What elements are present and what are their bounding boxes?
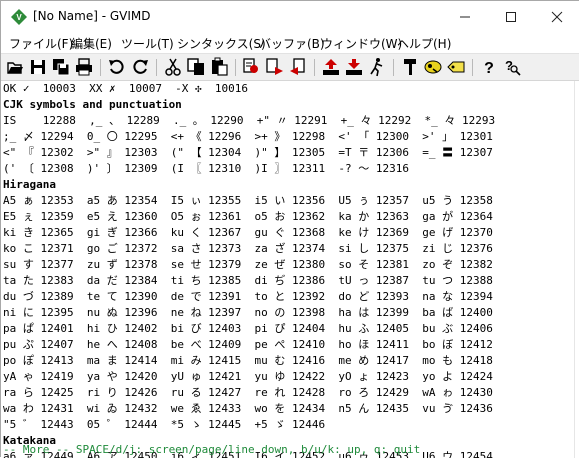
toolbar-separator	[314, 59, 315, 76]
toolbar: ? ?	[1, 53, 579, 81]
text-line: pu ぷ 12407 he へ 12408 be べ 12409 pe ぺ 12…	[3, 338, 493, 351]
paste-button[interactable]	[209, 57, 229, 77]
minimize-button[interactable]	[442, 1, 488, 33]
copy-button[interactable]	[186, 57, 206, 77]
toolbar-separator	[472, 59, 473, 76]
save-icon	[31, 60, 45, 74]
cut-button[interactable]	[163, 57, 183, 77]
find-next-icon	[266, 58, 283, 75]
ctags-button[interactable]	[446, 57, 466, 77]
text-line: IS 12288 ,_ 、 12289 ._ 。 12290 +" 〃 1229…	[3, 114, 496, 127]
text-line: A5 ぁ 12353 a5 あ 12354 I5 ぃ 12355 i5 い 12…	[3, 194, 493, 207]
run-script-button[interactable]	[367, 57, 387, 77]
maximize-button[interactable]	[488, 1, 534, 33]
save-session-button[interactable]	[344, 57, 364, 77]
editor-area[interactable]: OK ✓ 10003 XX ✗ 10007 -X ✣ 10016 CJK sym…	[1, 81, 574, 458]
make-button[interactable]	[400, 57, 420, 77]
find-prev-button[interactable]	[288, 57, 308, 77]
ctags-icon	[447, 61, 465, 73]
toolbar-separator	[235, 59, 236, 76]
text-line: ra ら 12425 ri り 12426 ru る 12427 re れ 12…	[3, 386, 493, 399]
text-line: ;_ 〆 12294 0_ 〇 12295 <+ 《 12296 >+ 》 12…	[3, 130, 493, 143]
make-icon	[404, 59, 416, 75]
text-line: po ぽ 12413 ma ま 12414 mi み 12415 mu む 12…	[3, 354, 493, 367]
find-help-icon: ?	[505, 58, 521, 76]
toolbar-separator	[156, 59, 157, 76]
copy-icon	[187, 58, 204, 75]
menu-window[interactable]: ウィンドウ(W)	[321, 35, 402, 52]
more-prompt: -- More -- SPACE/d/j: screen/page/line d…	[3, 443, 421, 456]
svg-text:?: ?	[484, 60, 494, 77]
close-button[interactable]	[534, 1, 579, 33]
window-edge	[574, 81, 579, 458]
load-session-icon	[323, 59, 339, 75]
menu-file[interactable]: ファイル(F)	[9, 35, 73, 52]
menu-bar: ファイル(F) 編集(E) ツール(T) シンタックス(S) バッファ(B) ウ…	[1, 33, 579, 53]
text-line: pa ぱ 12401 hi ひ 12402 bi び 12403 pi ぴ 12…	[3, 322, 493, 335]
paste-icon	[212, 57, 228, 76]
text-line: OK ✓ 10003 XX ✗ 10007 -X ✣ 10016	[3, 82, 249, 95]
menu-syntax[interactable]: シンタックス(S)	[177, 35, 266, 52]
menu-help[interactable]: ヘルプ(H)	[397, 35, 451, 52]
cut-icon	[165, 58, 181, 76]
shell-icon	[424, 60, 442, 74]
menu-tools[interactable]: ツール(T)	[121, 35, 174, 52]
toolbar-separator	[100, 59, 101, 76]
help-button[interactable]: ?	[479, 57, 499, 77]
text-line: su す 12377 zu ず 12378 se せ 12379 ze ぜ 12…	[3, 258, 493, 271]
svg-text:V: V	[16, 13, 22, 22]
maximize-icon	[506, 12, 516, 22]
window-title: [No Name] - GVIMD	[33, 9, 151, 23]
find-replace-icon	[243, 58, 258, 73]
undo-button[interactable]	[107, 57, 127, 77]
shell-button[interactable]	[423, 57, 443, 77]
find-next-button[interactable]	[265, 57, 285, 77]
find-replace-button[interactable]	[242, 57, 262, 77]
text-line: <" 『 12302 >" 』 12303 (" 【 12304 )" 】 12…	[3, 146, 493, 159]
load-session-button[interactable]	[321, 57, 341, 77]
save-button[interactable]	[28, 57, 48, 77]
menu-buffers[interactable]: バッファ(B)	[259, 35, 325, 52]
help-icon: ?	[484, 60, 494, 77]
save-all-button[interactable]	[51, 57, 71, 77]
save-all-icon	[53, 59, 70, 76]
undo-icon	[109, 59, 124, 74]
toolbar-separator	[393, 59, 394, 76]
menu-edit[interactable]: 編集(E)	[71, 35, 112, 52]
save-session-icon	[346, 59, 362, 75]
print-icon	[76, 58, 92, 76]
section-header: CJK symbols and punctuation	[3, 98, 182, 111]
text-line: wa わ 12431 wi ゐ 12432 we ゑ 12433 wo を 12…	[3, 402, 493, 415]
redo-button[interactable]	[130, 57, 150, 77]
redo-icon	[133, 59, 148, 74]
text-line: "5 ゛ 12443 05 ゜ 12444 *5 ゝ 12445 +5 ゞ 12…	[3, 418, 326, 431]
open-button[interactable]	[5, 57, 25, 77]
find-prev-icon	[290, 58, 305, 75]
title-bar: V [No Name] - GVIMD	[1, 1, 579, 33]
open-icon	[7, 62, 23, 74]
print-button[interactable]	[74, 57, 94, 77]
text-line: (' 〔 12308 )' 〕 12309 (I 〖 12310 )I 〗 12…	[3, 162, 409, 175]
close-icon	[551, 11, 563, 23]
text-line: ko こ 12371 go ご 12372 sa さ 12373 za ざ 12…	[3, 242, 493, 255]
find-help-button[interactable]: ?	[502, 57, 522, 77]
text-line: du づ 12389 te て 12390 de で 12391 to と 12…	[3, 290, 493, 303]
text-line: ta た 12383 da だ 12384 ti ち 12385 di ぢ 12…	[3, 274, 493, 287]
text-line: ki き 12365 gi ぎ 12366 ku く 12367 gu ぐ 12…	[3, 226, 493, 239]
text-line: ni に 12395 nu ぬ 12396 ne ね 12397 no の 12…	[3, 306, 493, 319]
vim-logo-icon: V	[11, 9, 27, 25]
minimize-icon	[460, 16, 470, 18]
section-header: Hiragana	[3, 178, 56, 191]
run-script-icon	[370, 58, 383, 77]
text-line: E5 ぇ 12359 e5 え 12360 O5 ぉ 12361 o5 お 12…	[3, 210, 493, 223]
gvim-window: V [No Name] - GVIMD ファイル(F) 編集(E) ツール(T)…	[0, 0, 579, 458]
text-line: yA ゃ 12419 ya や 12420 yU ゅ 12421 yu ゆ 12…	[3, 370, 493, 383]
